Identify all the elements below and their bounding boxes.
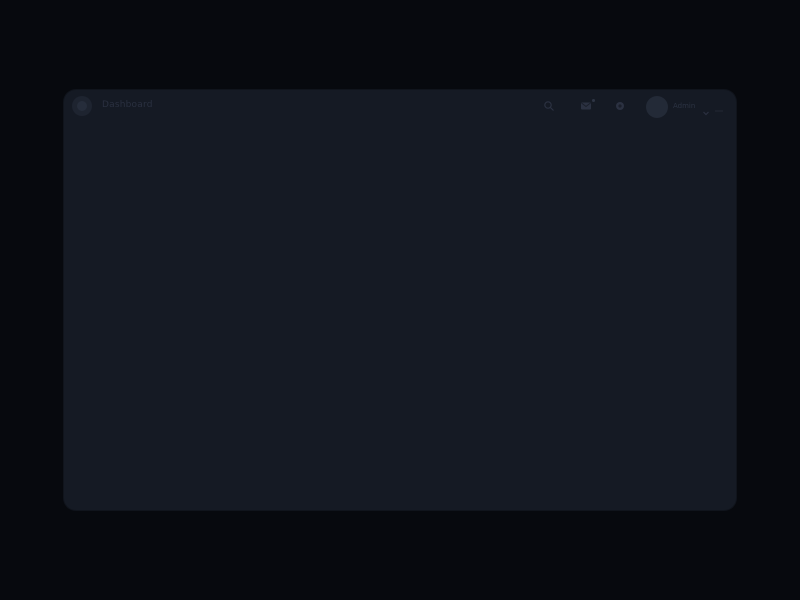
app-title: Dashboard [102,100,153,110]
chevron-down-icon[interactable] [702,102,710,116]
user-name[interactable]: Admin [673,101,695,111]
mail-icon[interactable] [580,100,592,112]
more-icon[interactable] [714,101,724,112]
main-content [64,122,736,510]
search-icon[interactable] [543,100,555,112]
app-logo[interactable] [72,96,92,116]
top-bar: Dashboard Admin [64,90,736,122]
avatar[interactable] [646,96,668,118]
logo-mark [77,101,87,111]
notification-dot [592,99,595,102]
gear-icon[interactable] [614,100,626,112]
app-window: Dashboard Admin [64,90,736,510]
